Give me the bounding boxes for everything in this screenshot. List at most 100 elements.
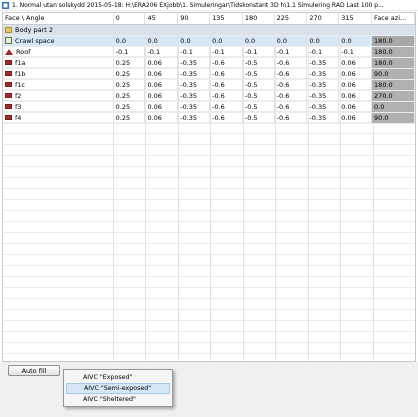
cp-value-cell[interactable]: 0.0 [209, 35, 243, 47]
cp-value-cell[interactable]: -0.1 [209, 46, 243, 58]
row-label-cell[interactable]: f1a [3, 57, 114, 69]
cp-value-cell[interactable]: -0.1 [274, 46, 308, 58]
cp-value-cell[interactable]: -0.5 [242, 101, 275, 113]
table-row[interactable]: f4 0.25 0.06 -0.35 -0.6 -0.5 -0.6 -0.35 0.06 90.0 [3, 112, 415, 124]
cp-value-cell[interactable]: 0.06 [144, 101, 179, 113]
cp-value-cell[interactable]: 0.0 [274, 35, 308, 47]
angle-header[interactable]: 270 [306, 13, 340, 25]
cp-value-cell[interactable]: -0.6 [274, 79, 308, 91]
table-row[interactable]: Roof -0.1 -0.1 -0.1 -0.1 -0.1 -0.1 -0.1 -0.1 180.… [3, 46, 415, 58]
cp-value-cell[interactable]: -0.35 [306, 101, 340, 113]
cp-value-cell[interactable]: -0.1 [177, 46, 211, 58]
cp-value-cell[interactable]: -0.6 [274, 57, 308, 69]
cp-value-cell[interactable]: 0.25 [113, 112, 146, 124]
cp-value-cell[interactable]: -0.5 [242, 90, 275, 102]
face-azimuth-cell[interactable]: 180.0 [371, 57, 415, 69]
cp-value-cell[interactable]: -0.35 [306, 57, 340, 69]
cp-value-cell[interactable]: -0.35 [177, 112, 211, 124]
angle-header[interactable]: 45 [144, 13, 179, 25]
face-azimuth-header[interactable]: Face azi... [371, 13, 415, 25]
cp-value-cell[interactable]: -0.5 [242, 68, 275, 80]
face-azimuth-cell[interactable]: 90.0 [371, 112, 415, 124]
table-row[interactable]: f2 0.25 0.06 -0.35 -0.6 -0.5 -0.6 -0.35 0.06 270.… [3, 90, 415, 102]
cp-value-cell[interactable]: 0.06 [144, 112, 179, 124]
cp-value-cell[interactable]: 0.25 [113, 79, 146, 91]
cp-value-cell[interactable]: 0.0 [144, 35, 179, 47]
cp-value-cell[interactable]: -0.35 [306, 79, 340, 91]
group-row[interactable]: Body part 2 [3, 24, 415, 36]
table-row[interactable]: Crawl space 0.0 0.0 0.0 0.0 0.0 0.0 0.0 0.0 180.0 [3, 35, 415, 47]
cp-value-cell[interactable]: 0.0 [306, 35, 340, 47]
pressure-coefficient-grid[interactable]: Face \ Angle 0 45 90 135 180 225 270 315… [2, 12, 416, 362]
cp-value-cell[interactable]: -0.1 [338, 46, 373, 58]
cp-value-cell[interactable]: -0.1 [306, 46, 340, 58]
angle-header[interactable]: 315 [338, 13, 373, 25]
row-label-cell[interactable]: Roof [3, 46, 114, 58]
angle-header[interactable]: 135 [209, 13, 243, 25]
cp-value-cell[interactable]: 0.0 [113, 35, 146, 47]
window-titlebar[interactable]: 1. Normal utan solskydd 2015-05-18: H:\E… [0, 0, 418, 11]
face-azimuth-cell[interactable]: 180.0 [371, 79, 415, 91]
cp-value-cell[interactable]: -0.6 [209, 79, 243, 91]
cp-value-cell[interactable]: 0.0 [242, 35, 275, 47]
cp-value-cell[interactable]: 0.06 [338, 79, 373, 91]
face-azimuth-cell[interactable]: 180.0 [371, 35, 415, 47]
cp-value-cell[interactable]: -0.1 [113, 46, 146, 58]
cp-value-cell[interactable]: 0.06 [144, 79, 179, 91]
table-row[interactable]: f1b 0.25 0.06 -0.35 -0.6 -0.5 -0.6 -0.35 0.06 90.… [3, 68, 415, 80]
row-label-cell[interactable]: f1b [3, 68, 114, 80]
cp-value-cell[interactable]: -0.35 [177, 90, 211, 102]
row-label-cell[interactable]: f4 [3, 112, 114, 124]
cp-value-cell[interactable]: -0.35 [177, 101, 211, 113]
cp-value-cell[interactable]: -0.35 [177, 79, 211, 91]
cp-value-cell[interactable]: 0.06 [338, 90, 373, 102]
cp-value-cell[interactable]: 0.0 [338, 35, 373, 47]
cp-value-cell[interactable]: -0.6 [274, 112, 308, 124]
cp-value-cell[interactable]: 0.06 [338, 68, 373, 80]
cp-value-cell[interactable]: -0.35 [177, 57, 211, 69]
menu-item-semi-exposed[interactable]: AIVC "Semi-exposed" [66, 383, 170, 394]
table-row[interactable]: f1a 0.25 0.06 -0.35 -0.6 -0.5 -0.6 -0.35 0.06 180… [3, 57, 415, 69]
row-label-cell[interactable]: f3 [3, 101, 114, 113]
cp-value-cell[interactable]: -0.6 [209, 90, 243, 102]
cp-value-cell[interactable]: -0.6 [274, 101, 308, 113]
face-azimuth-cell[interactable]: 90.0 [371, 68, 415, 80]
cp-value-cell[interactable]: -0.5 [242, 57, 275, 69]
cp-value-cell[interactable]: 0.06 [338, 101, 373, 113]
auto-fill-button[interactable]: Auto fill [8, 365, 60, 376]
angle-header[interactable]: 225 [274, 13, 308, 25]
cp-value-cell[interactable]: 0.25 [113, 90, 146, 102]
cp-value-cell[interactable]: 0.06 [144, 68, 179, 80]
cp-value-cell[interactable]: -0.35 [306, 68, 340, 80]
cp-value-cell[interactable]: -0.35 [177, 68, 211, 80]
cp-value-cell[interactable]: 0.0 [177, 35, 211, 47]
cp-value-cell[interactable]: -0.6 [274, 90, 308, 102]
cp-value-cell[interactable]: -0.5 [242, 79, 275, 91]
row-label-cell[interactable]: f1c [3, 79, 114, 91]
row-label-cell[interactable]: Crawl space [3, 35, 114, 47]
angle-header[interactable]: 180 [242, 13, 275, 25]
cp-value-cell[interactable]: -0.6 [274, 68, 308, 80]
face-azimuth-cell[interactable]: 0.0 [371, 101, 415, 113]
angle-header[interactable]: 90 [177, 13, 211, 25]
cp-value-cell[interactable]: 0.06 [144, 57, 179, 69]
menu-item-sheltered[interactable]: AIVC "Sheltered" [66, 394, 170, 405]
table-row[interactable]: f1c 0.25 0.06 -0.35 -0.6 -0.5 -0.6 -0.35 0.06 180… [3, 79, 415, 91]
cp-value-cell[interactable]: -0.35 [306, 112, 340, 124]
cp-value-cell[interactable]: -0.1 [242, 46, 275, 58]
cp-value-cell[interactable]: -0.6 [209, 101, 243, 113]
cp-value-cell[interactable]: -0.1 [144, 46, 179, 58]
face-azimuth-cell[interactable]: 270.0 [371, 90, 415, 102]
cp-value-cell[interactable]: 0.06 [144, 90, 179, 102]
angle-header[interactable]: 0 [113, 13, 146, 25]
cp-value-cell[interactable]: -0.5 [242, 112, 275, 124]
menu-item-exposed[interactable]: AIVC "Exposed" [66, 372, 170, 383]
cp-value-cell[interactable]: -0.6 [209, 112, 243, 124]
cp-value-cell[interactable]: -0.35 [306, 90, 340, 102]
cp-value-cell[interactable]: 0.06 [338, 112, 373, 124]
cp-value-cell[interactable]: 0.25 [113, 101, 146, 113]
cp-value-cell[interactable]: -0.6 [209, 57, 243, 69]
cp-value-cell[interactable]: -0.6 [209, 68, 243, 80]
face-azimuth-cell[interactable]: 180.0 [371, 46, 415, 58]
cp-value-cell[interactable]: 0.25 [113, 57, 146, 69]
